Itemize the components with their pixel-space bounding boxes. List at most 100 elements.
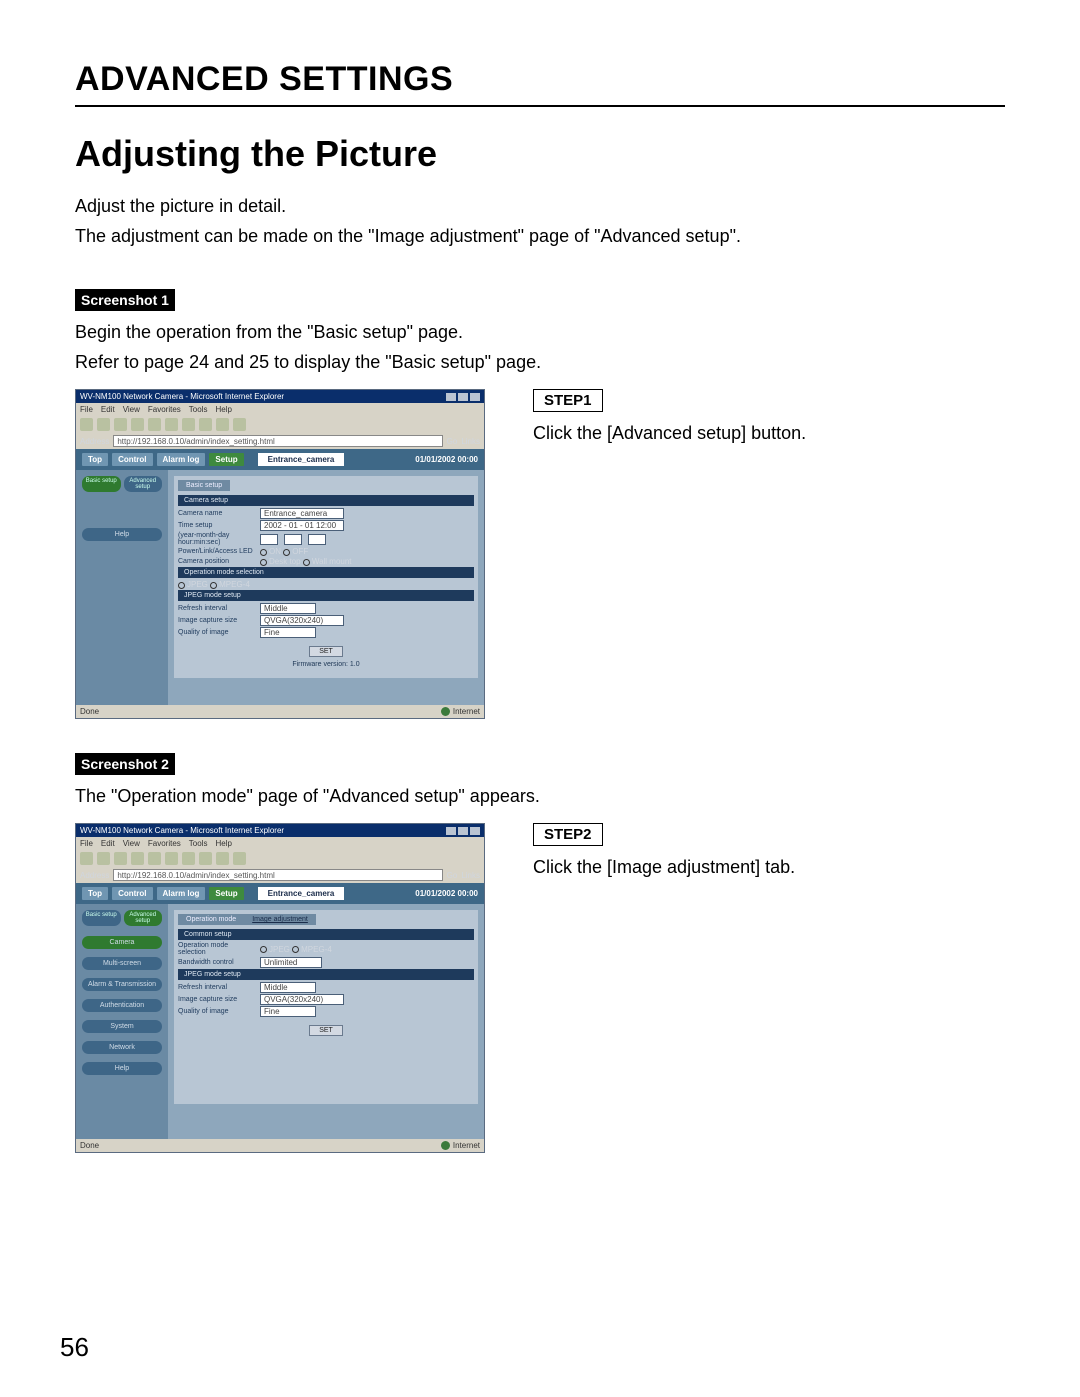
toptab-top: Top (82, 887, 108, 900)
subpill-advanced: Advanced setup (124, 476, 163, 492)
min-icon (446, 827, 456, 835)
radio-jpeg-icon (260, 946, 267, 953)
step2-text: Click the [Image adjustment] tab. (533, 854, 1005, 880)
menu-file: File (80, 839, 93, 848)
hdr-common: Common setup (178, 929, 474, 940)
opt-mpeg: MPEG-4 (301, 945, 332, 954)
forward-icon (97, 418, 110, 431)
section-title: Adjusting the Picture (75, 133, 1005, 175)
set-button: SET (309, 646, 343, 657)
history-icon (199, 418, 212, 431)
menu-view: View (123, 405, 140, 414)
intro-line1: Adjust the picture in detail. (75, 193, 1005, 219)
close-icon (470, 393, 480, 401)
subpill-basic: Basic setup (82, 476, 121, 492)
screenshot2-section: Screenshot 2 The "Operation mode" page o… (75, 753, 1005, 1153)
camera-title: Entrance_camera (258, 453, 345, 466)
status-done: Done (80, 707, 99, 716)
screenshot1-section: Screenshot 1 Begin the operation from th… (75, 289, 1005, 719)
radio-mpeg-icon (210, 582, 217, 589)
fw-version: Firmware version: 1.0 (178, 661, 474, 668)
toptab-alarmlog: Alarm log (157, 887, 206, 900)
toptab-control: Control (112, 453, 152, 466)
opt-off: OFF (292, 547, 308, 556)
val-refresh: Middle (260, 982, 316, 993)
opt-mpeg: MPEG-4 (219, 580, 250, 589)
val-camname: Entrance_camera (260, 508, 344, 519)
val-timesetup: 2002 - 01 - 01 12:00 (260, 520, 344, 531)
max-icon (458, 827, 468, 835)
min-icon (446, 393, 456, 401)
opt-jpeg: JPEG (269, 945, 290, 954)
subpill-basic: Basic setup (82, 910, 121, 926)
radio-jpeg-icon (178, 582, 185, 589)
time-pt3 (308, 534, 326, 545)
lbl-refresh: Refresh interval (178, 984, 256, 991)
ie-toolbar (76, 850, 484, 867)
hdr-camera-setup: Camera setup (178, 495, 474, 506)
home-icon (148, 852, 161, 865)
page-title: ADVANCED SETTINGS (75, 60, 1005, 99)
mail-icon (216, 852, 229, 865)
back-icon (80, 418, 93, 431)
hdr-opmode: Operation mode selection (178, 567, 474, 578)
val-quality: Fine (260, 627, 316, 638)
addr-links: Links (461, 437, 480, 446)
menu-view: View (123, 839, 140, 848)
toptab-setup: Setup (209, 887, 243, 900)
refresh-icon (131, 852, 144, 865)
toptab-control: Control (112, 887, 152, 900)
subtab-basic: Basic setup (178, 480, 230, 491)
menu-file: File (80, 405, 93, 414)
ie-menubar: File Edit View Favorites Tools Help (76, 837, 484, 850)
forward-icon (97, 852, 110, 865)
toptab-setup: Setup (209, 453, 243, 466)
mail-icon (216, 418, 229, 431)
fav-icon (182, 852, 195, 865)
hdr-jpegmode: JPEG mode setup (178, 969, 474, 980)
screenshot1-line1: Begin the operation from the "Basic setu… (75, 319, 1005, 345)
menu-help: Help (215, 839, 231, 848)
radio-desk-icon (260, 559, 267, 566)
time-pt2 (284, 534, 302, 545)
side-help: Help (82, 528, 162, 541)
lbl-timesetup: Time setup (178, 522, 256, 529)
shot-datetime: 01/01/2002 00:00 (415, 455, 478, 464)
camera-title: Entrance_camera (258, 887, 345, 900)
ie-addressbar: Address http://192.168.0.10/admin/index_… (76, 867, 484, 883)
search-icon (165, 852, 178, 865)
lbl-campos: Camera position (178, 558, 256, 565)
step1-tag: STEP1 (533, 389, 603, 412)
opt-jpeg: JPEG (187, 580, 208, 589)
addr-links: Links (461, 871, 480, 880)
lbl-quality: Quality of image (178, 1008, 256, 1015)
menu-edit: Edit (101, 405, 115, 414)
addr-url: http://192.168.0.10/admin/index_setting.… (113, 435, 442, 447)
step1-text: Click the [Advanced setup] button. (533, 420, 1005, 446)
home-icon (148, 418, 161, 431)
side-auth: Authentication (82, 999, 162, 1012)
radio-on-icon (260, 549, 267, 556)
globe-icon (441, 1141, 450, 1150)
addr-url: http://192.168.0.10/admin/index_setting.… (113, 869, 442, 881)
max-icon (458, 393, 468, 401)
menu-tools: Tools (189, 839, 208, 848)
side-system: System (82, 1020, 162, 1033)
refresh-icon (131, 418, 144, 431)
print-icon (233, 418, 246, 431)
val-size: QVGA(320x240) (260, 994, 344, 1005)
opt-on: ON (269, 547, 281, 556)
side-network: Network (82, 1041, 162, 1054)
ie-toolbar (76, 416, 484, 433)
toptab-alarmlog: Alarm log (157, 453, 206, 466)
side-alarm: Alarm & Transmission (82, 978, 162, 991)
side-help: Help (82, 1062, 162, 1075)
menu-edit: Edit (101, 839, 115, 848)
shot-datetime: 01/01/2002 00:00 (415, 889, 478, 898)
val-refresh: Middle (260, 603, 316, 614)
intro-line2: The adjustment can be made on the "Image… (75, 223, 1005, 249)
step2-tag: STEP2 (533, 823, 603, 846)
globe-icon (441, 707, 450, 716)
screenshot1-tag: Screenshot 1 (75, 289, 175, 311)
stop-icon (114, 418, 127, 431)
